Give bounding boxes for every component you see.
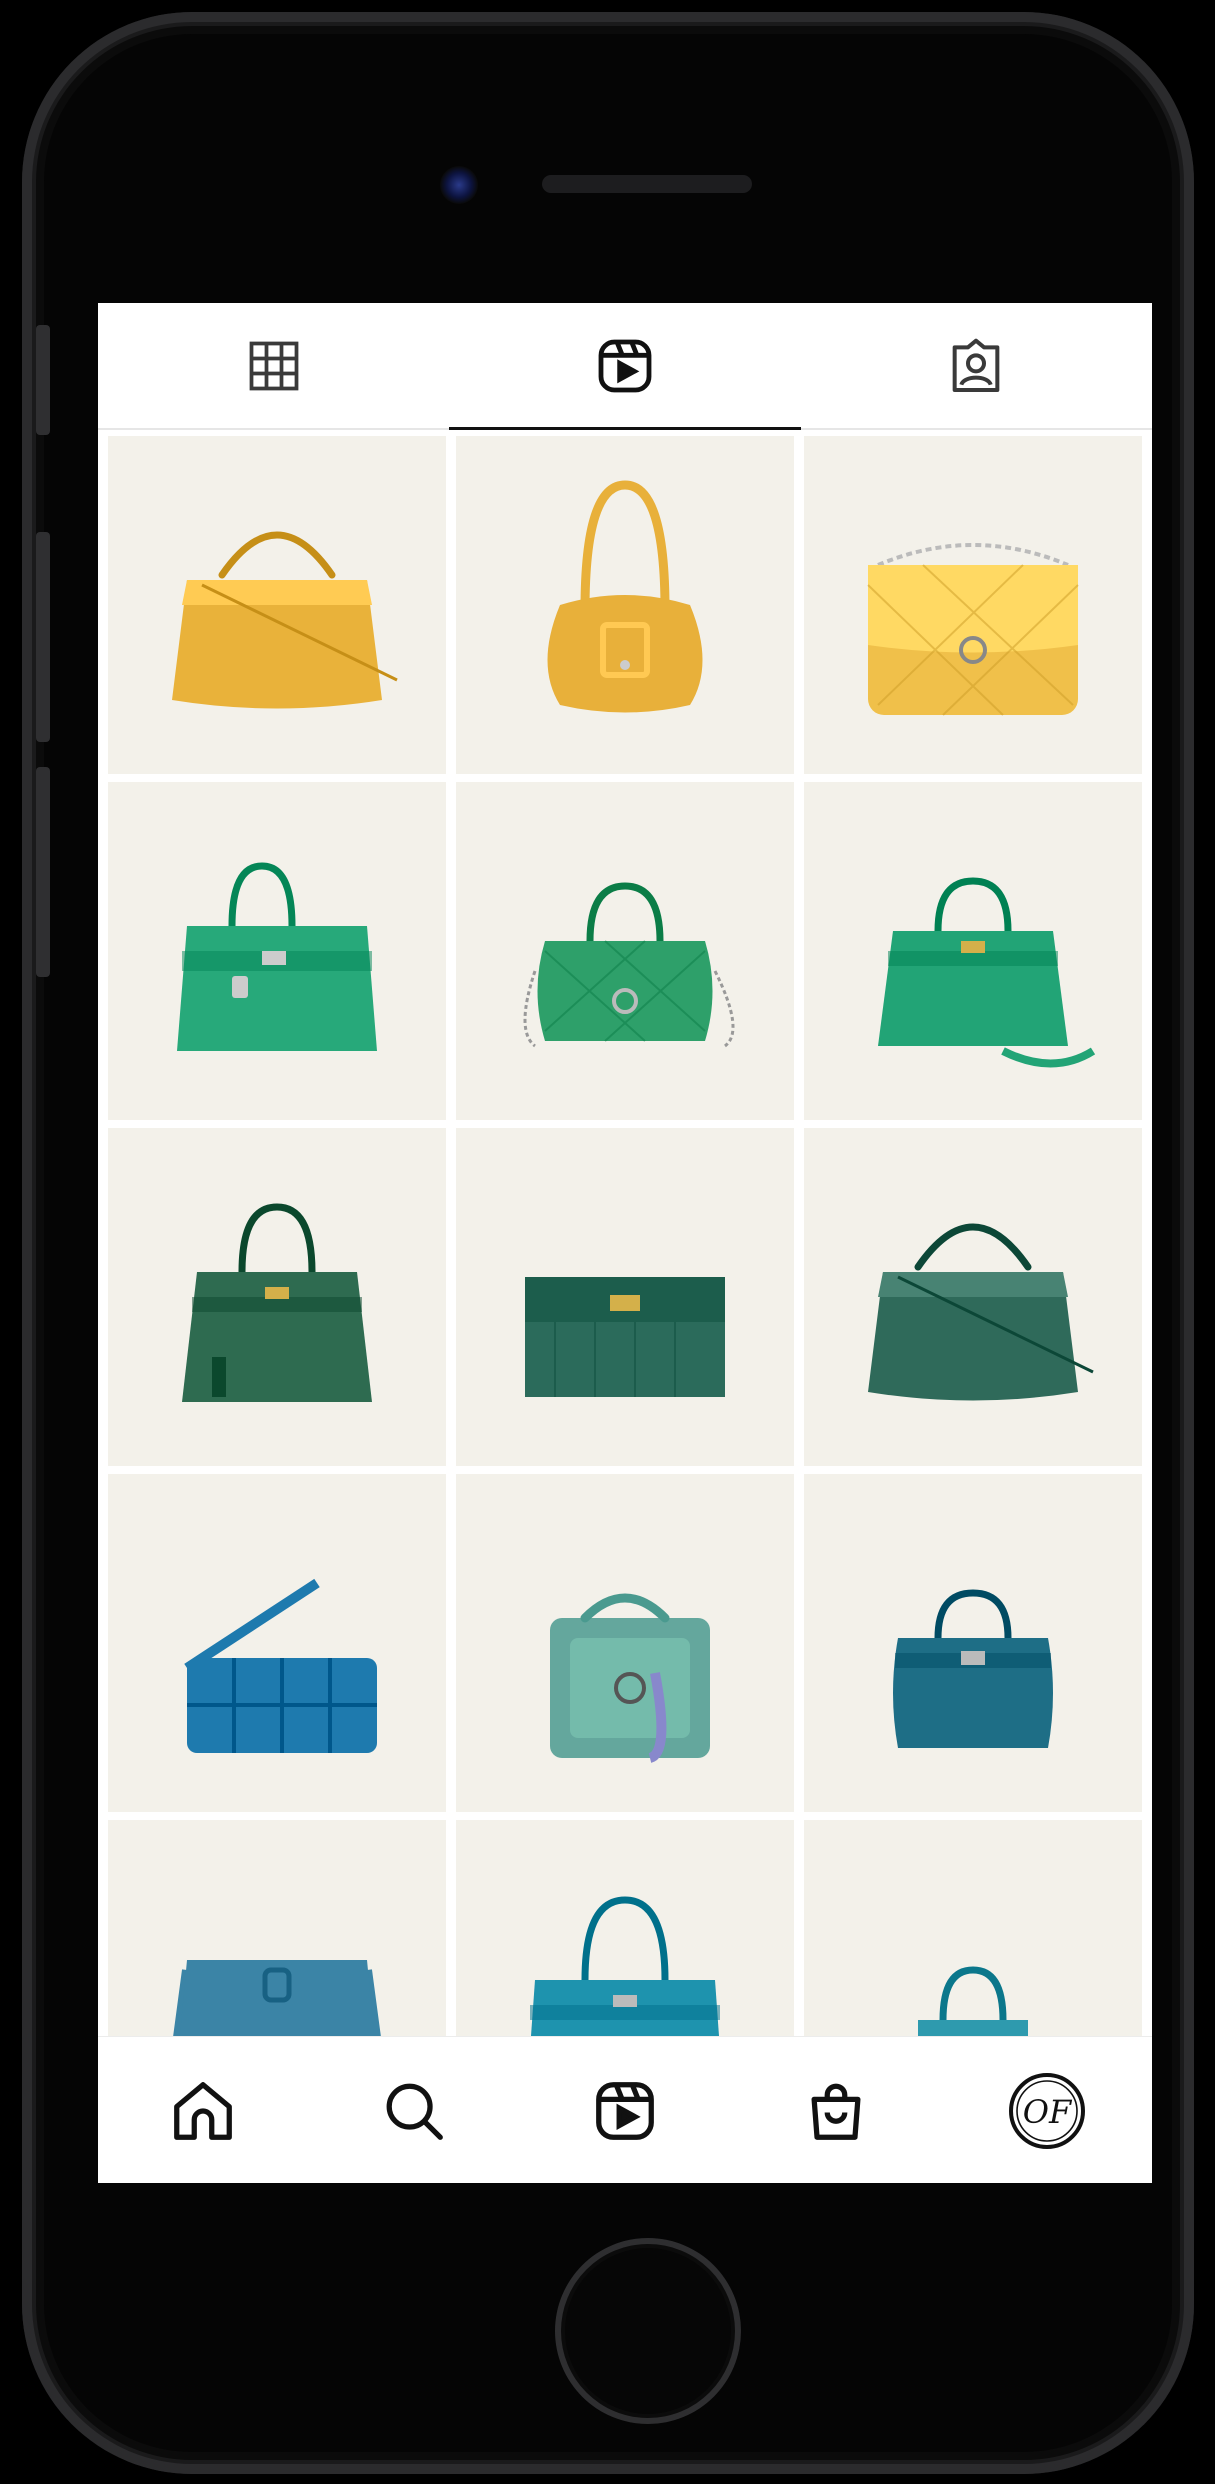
handbag-image [530,1896,720,2038]
nav-profile[interactable]: OF [992,2056,1102,2166]
nav-reels[interactable] [570,2056,680,2166]
nav-home[interactable] [148,2056,258,2166]
handbag-image [550,1593,710,1763]
nav-search[interactable] [359,2056,469,2166]
reel-thumbnail[interactable] [456,1474,794,1812]
reel-thumbnail[interactable] [108,436,446,774]
handbag-image [172,1960,382,2038]
handbag-image [547,480,703,713]
handbag-image [918,1966,1028,2038]
bottom-nav: OF [98,2036,1152,2183]
profile-tabs [98,303,1152,430]
app-screen: OF [98,303,1152,2183]
volume-down-button [36,767,50,977]
avatar-logo: OF [1022,2093,1072,2131]
reels-icon [596,2081,654,2140]
handbag-image [523,882,735,1048]
handbag-image [172,531,398,709]
tagged-icon [952,338,1000,392]
volume-up-button [36,532,50,742]
reel-thumbnail[interactable] [804,1474,1142,1812]
reel-thumbnail[interactable] [456,782,794,1120]
handbag-image [878,877,1096,1068]
search-icon [386,2083,444,2140]
profile-avatar: OF [1008,2072,1085,2149]
shop-icon [811,2083,861,2140]
handbag-image [184,1578,377,1753]
handbag-image [868,1223,1094,1401]
grid-icon [249,341,299,390]
nav-shop[interactable] [781,2056,891,2166]
reel-thumbnail[interactable] [804,1820,1142,2038]
reels-icon [598,339,652,392]
handbag-image [867,543,1079,716]
handbag-image [177,862,377,1051]
tab-reels[interactable] [449,303,801,430]
reel-thumbnail[interactable] [804,782,1142,1120]
reel-thumbnail[interactable] [108,1820,446,2038]
reel-thumbnail[interactable] [108,782,446,1120]
reels-grid [108,436,1148,2038]
reel-thumbnail[interactable] [108,1474,446,1812]
tab-posts-grid[interactable] [98,303,449,428]
reel-thumbnail[interactable] [108,1128,446,1466]
handbag-image [182,1203,372,1402]
home-button[interactable] [555,2238,741,2424]
home-icon [174,2081,233,2140]
earpiece-speaker [542,175,752,193]
handbag-image [893,1589,1053,1748]
front-camera [440,166,478,204]
reel-thumbnail[interactable] [456,1128,794,1466]
reel-thumbnail[interactable] [804,1128,1142,1466]
handbag-image [525,1277,725,1397]
reel-thumbnail[interactable] [804,436,1142,774]
reel-thumbnail[interactable] [456,1820,794,2038]
reel-thumbnail[interactable] [456,436,794,774]
tab-tagged[interactable] [801,303,1152,428]
mute-switch [36,325,50,435]
